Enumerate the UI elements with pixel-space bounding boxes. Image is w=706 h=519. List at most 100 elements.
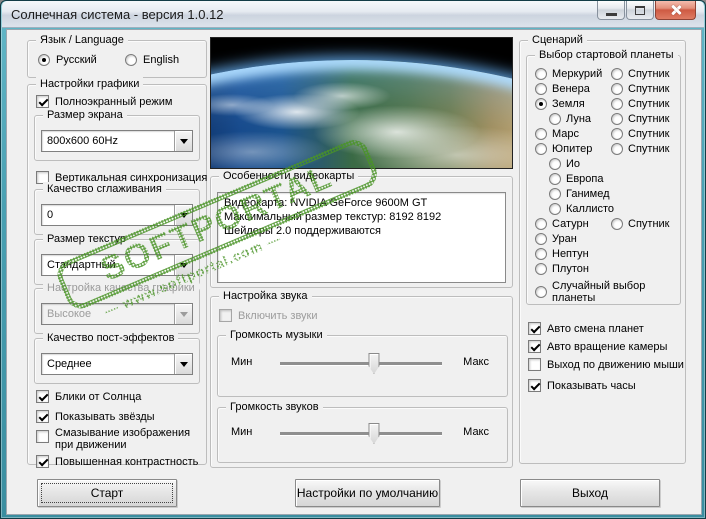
- radio-language-russian[interactable]: Русский: [38, 54, 97, 66]
- radio-label: Спутник: [628, 217, 670, 230]
- sfx-volume-legend: Громкость звуков: [226, 400, 323, 415]
- radio-icon[interactable]: [611, 112, 623, 125]
- radio-planet-venus[interactable]: Венера Спутник: [535, 81, 680, 96]
- texture-size-legend: Размер текстур: [43, 232, 130, 247]
- radio-icon[interactable]: [535, 285, 547, 298]
- radio-planet-saturn[interactable]: Сатурн Спутник: [535, 216, 680, 231]
- defaults-button[interactable]: Настройки по умолчанию: [295, 479, 440, 507]
- radio-icon[interactable]: [535, 82, 547, 95]
- maximize-button[interactable]: [626, 1, 654, 20]
- radio-icon[interactable]: [611, 127, 623, 140]
- chevron-down-icon[interactable]: [174, 131, 192, 151]
- radio-label: English: [143, 54, 180, 66]
- radio-satellite[interactable]: Спутник: [611, 112, 669, 125]
- checkbox-high-contrast[interactable]: Повышенная контрастность: [36, 455, 198, 468]
- exit-button[interactable]: Выход: [520, 479, 660, 507]
- radio-icon[interactable]: [535, 232, 547, 245]
- radio-moon-io[interactable]: Ио: [535, 156, 680, 171]
- radio-moon-ganymede[interactable]: Ганимед: [535, 186, 680, 201]
- post-effects-select[interactable]: Среднее: [41, 353, 193, 375]
- radio-icon[interactable]: [38, 54, 50, 66]
- radio-icon[interactable]: [535, 142, 547, 155]
- chevron-down-icon[interactable]: [174, 205, 192, 225]
- music-volume-legend: Громкость музыки: [226, 328, 327, 343]
- radio-icon[interactable]: [611, 217, 623, 230]
- checkbox-icon[interactable]: [36, 390, 49, 403]
- checkbox-icon[interactable]: [528, 340, 541, 353]
- checkbox-motion-blur[interactable]: Смазывание изображения при движении: [36, 427, 198, 451]
- checkbox-exit-on-mouse-move[interactable]: Выход по движению мыши: [528, 358, 684, 371]
- radio-icon[interactable]: [549, 202, 561, 215]
- antialiasing-legend: Качество сглаживания: [43, 182, 166, 197]
- chevron-down-icon[interactable]: [174, 354, 192, 374]
- chevron-down-icon[interactable]: [174, 255, 192, 275]
- graphics-group: Настройки графики Полноэкранный режим Ра…: [27, 77, 207, 468]
- title-bar[interactable]: Солнечная система - версия 1.0.12: [2, 1, 704, 28]
- radio-icon[interactable]: [549, 187, 561, 200]
- checkbox-auto-rotate-camera[interactable]: Авто вращение камеры: [528, 340, 667, 353]
- start-button[interactable]: Старт: [37, 479, 177, 507]
- screen-size-select[interactable]: 800x600 60Hz: [41, 130, 193, 152]
- radio-moon-callisto[interactable]: Каллисто: [535, 201, 680, 216]
- music-volume-slider[interactable]: [280, 353, 442, 374]
- radio-icon[interactable]: [535, 67, 547, 80]
- antialiasing-select[interactable]: 0: [41, 204, 193, 226]
- radio-icon[interactable]: [549, 157, 561, 170]
- checkbox-icon[interactable]: [36, 455, 49, 468]
- radio-planet-mars[interactable]: Марс Спутник: [535, 126, 680, 141]
- radio-label: Спутник: [628, 127, 670, 140]
- radio-satellite[interactable]: Спутник: [611, 67, 669, 80]
- radio-label: Спутник: [628, 82, 670, 95]
- radio-icon[interactable]: [549, 112, 561, 125]
- checkbox-label: Авто смена планет: [547, 322, 644, 335]
- radio-language-english[interactable]: English: [125, 54, 179, 66]
- radio-moon-europa[interactable]: Европа: [535, 171, 680, 186]
- checkbox-show-clock[interactable]: Показывать часы: [528, 379, 636, 392]
- checkbox-icon[interactable]: [36, 430, 49, 443]
- radio-satellite[interactable]: Спутник: [611, 142, 669, 155]
- radio-satellite[interactable]: Спутник: [611, 217, 670, 230]
- music-volume-min-label: Мин: [231, 356, 253, 368]
- sfx-volume-slider-thumb[interactable]: [368, 423, 380, 444]
- radio-planet-earth[interactable]: Земля Спутник: [535, 96, 680, 111]
- post-effects-legend: Качество пост-эффектов: [43, 331, 179, 346]
- checkbox-icon[interactable]: [528, 358, 541, 371]
- radio-planet-uranus[interactable]: Уран: [535, 231, 680, 246]
- checkbox-icon[interactable]: [528, 379, 541, 392]
- earth-clouds: [211, 60, 512, 168]
- checkbox-icon[interactable]: [528, 322, 541, 335]
- radio-satellite[interactable]: Спутник: [611, 127, 670, 140]
- music-volume-slider-thumb[interactable]: [368, 353, 380, 374]
- video-card-line: Шейдеры 2.0 поддерживаются: [224, 225, 381, 237]
- radio-icon[interactable]: [535, 127, 547, 140]
- radio-planet-pluto[interactable]: Плутон: [535, 261, 680, 276]
- radio-icon[interactable]: [549, 172, 561, 185]
- close-button[interactable]: [655, 1, 696, 20]
- radio-label: Луна: [566, 112, 592, 125]
- radio-planet-neptune[interactable]: Нептун: [535, 246, 680, 261]
- radio-icon[interactable]: [535, 217, 547, 230]
- checkbox-icon[interactable]: [36, 410, 49, 423]
- radio-random-planet[interactable]: Случайный выбор планеты: [535, 280, 680, 304]
- radio-satellite[interactable]: Спутник: [611, 97, 669, 110]
- checkbox-fullscreen[interactable]: Полноэкранный режим: [36, 95, 173, 108]
- minimize-button[interactable]: [597, 1, 625, 20]
- radio-icon[interactable]: [535, 262, 547, 275]
- radio-satellite[interactable]: Спутник: [611, 82, 670, 95]
- radio-planet-jupiter[interactable]: Юпитер Спутник: [535, 141, 680, 156]
- checkbox-show-stars[interactable]: Показывать звёзды: [36, 410, 155, 423]
- radio-icon[interactable]: [611, 67, 623, 80]
- radio-icon[interactable]: [611, 82, 623, 95]
- radio-planet-moon[interactable]: Луна Спутник: [535, 111, 680, 126]
- checkbox-auto-change-planets[interactable]: Авто смена планет: [528, 322, 644, 335]
- radio-icon[interactable]: [611, 142, 623, 155]
- texture-size-select[interactable]: Стандартный: [41, 254, 193, 276]
- checkbox-icon[interactable]: [36, 95, 49, 108]
- radio-icon[interactable]: [611, 97, 623, 110]
- radio-icon[interactable]: [535, 247, 547, 260]
- checkbox-sun-flares[interactable]: Блики от Солнца: [36, 390, 141, 403]
- radio-icon[interactable]: [535, 97, 547, 110]
- radio-icon[interactable]: [125, 54, 137, 66]
- sfx-volume-slider[interactable]: [280, 423, 442, 444]
- radio-planet-mercury[interactable]: Меркурий Спутник: [535, 66, 680, 81]
